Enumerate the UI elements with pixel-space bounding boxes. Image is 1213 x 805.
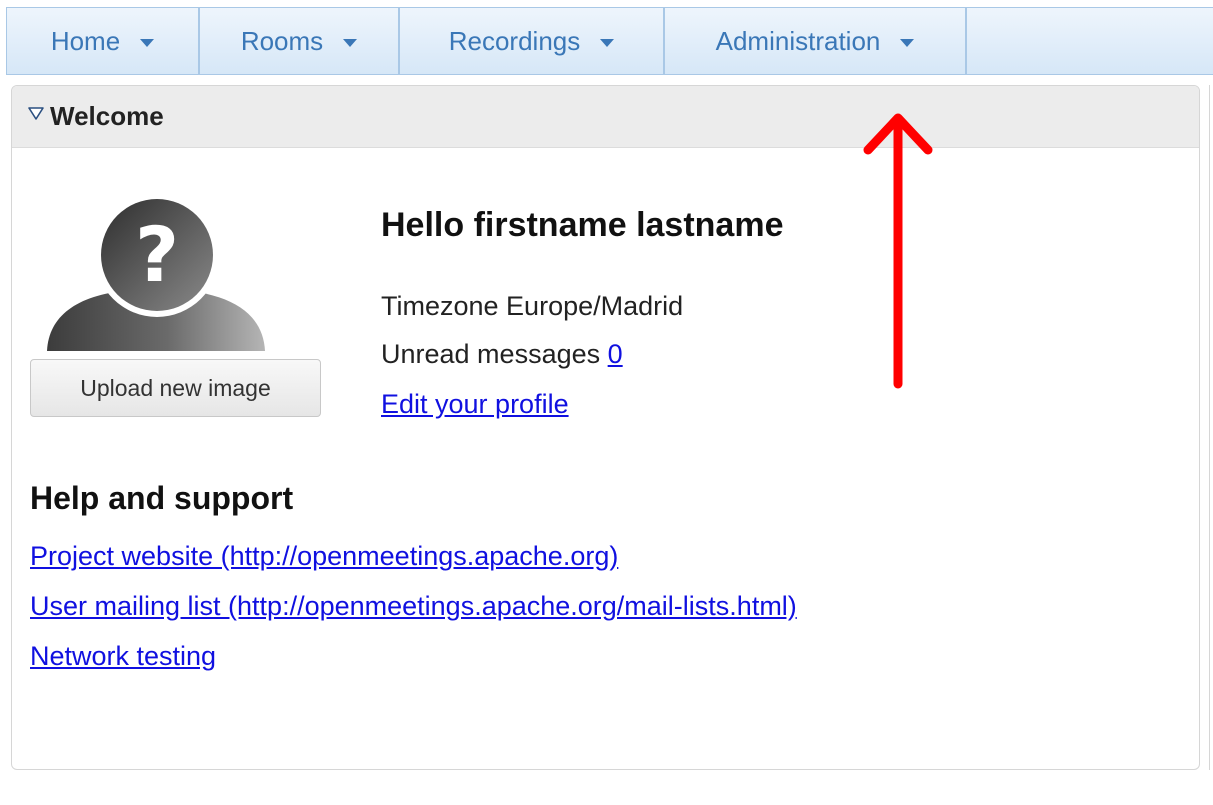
help-link-item: User mailing list (http://openmeetings.a… bbox=[30, 591, 797, 622]
main-menu-bar: Home Rooms Recordings Administration bbox=[6, 7, 1213, 75]
svg-text:?: ? bbox=[135, 210, 179, 299]
menu-home[interactable]: Home bbox=[7, 8, 200, 74]
project-website-link[interactable]: Project website (http://openmeetings.apa… bbox=[30, 541, 618, 571]
unread-messages-label: Unread messages bbox=[381, 339, 601, 369]
edit-profile-link[interactable]: Edit your profile bbox=[381, 389, 569, 419]
chevron-down-icon bbox=[900, 38, 915, 47]
menu-recordings-label: Recordings bbox=[448, 25, 581, 56]
network-testing-link[interactable]: Network testing bbox=[30, 641, 216, 671]
unread-messages-count-link[interactable]: 0 bbox=[608, 339, 623, 369]
user-greeting: Hello firstname lastname bbox=[381, 206, 784, 244]
timezone-text: Timezone Europe/Madrid bbox=[381, 291, 684, 321]
welcome-panel: Welcome ? Upload new image Hello firstna… bbox=[11, 85, 1200, 770]
menu-recordings[interactable]: Recordings bbox=[400, 8, 665, 74]
help-support-heading: Help and support bbox=[30, 480, 294, 516]
menu-home-label: Home bbox=[50, 25, 121, 56]
chevron-down-icon bbox=[600, 38, 615, 47]
upload-new-image-button[interactable]: Upload new image bbox=[30, 359, 321, 417]
collapse-triangle-icon[interactable] bbox=[28, 106, 44, 121]
mailing-list-link[interactable]: User mailing list (http://openmeetings.a… bbox=[30, 591, 797, 621]
help-link-item: Network testing bbox=[30, 641, 216, 672]
menu-administration[interactable]: Administration bbox=[665, 8, 967, 74]
unread-messages: Unread messages 0 bbox=[381, 339, 623, 370]
chevron-down-icon bbox=[343, 38, 358, 47]
red-arrow-up-icon bbox=[863, 113, 933, 389]
help-link-item: Project website (http://openmeetings.apa… bbox=[30, 541, 618, 572]
unknown-user-avatar-icon: ? bbox=[47, 193, 265, 351]
menu-rooms-label: Rooms bbox=[240, 25, 324, 56]
menu-rooms[interactable]: Rooms bbox=[200, 8, 400, 74]
edit-profile: Edit your profile bbox=[381, 389, 569, 420]
welcome-panel-title: Welcome bbox=[50, 101, 164, 131]
chevron-down-icon bbox=[140, 38, 155, 47]
welcome-panel-header[interactable]: Welcome bbox=[12, 86, 1199, 148]
menu-administration-label: Administration bbox=[715, 25, 881, 56]
adjacent-panel-edge bbox=[1209, 85, 1213, 770]
